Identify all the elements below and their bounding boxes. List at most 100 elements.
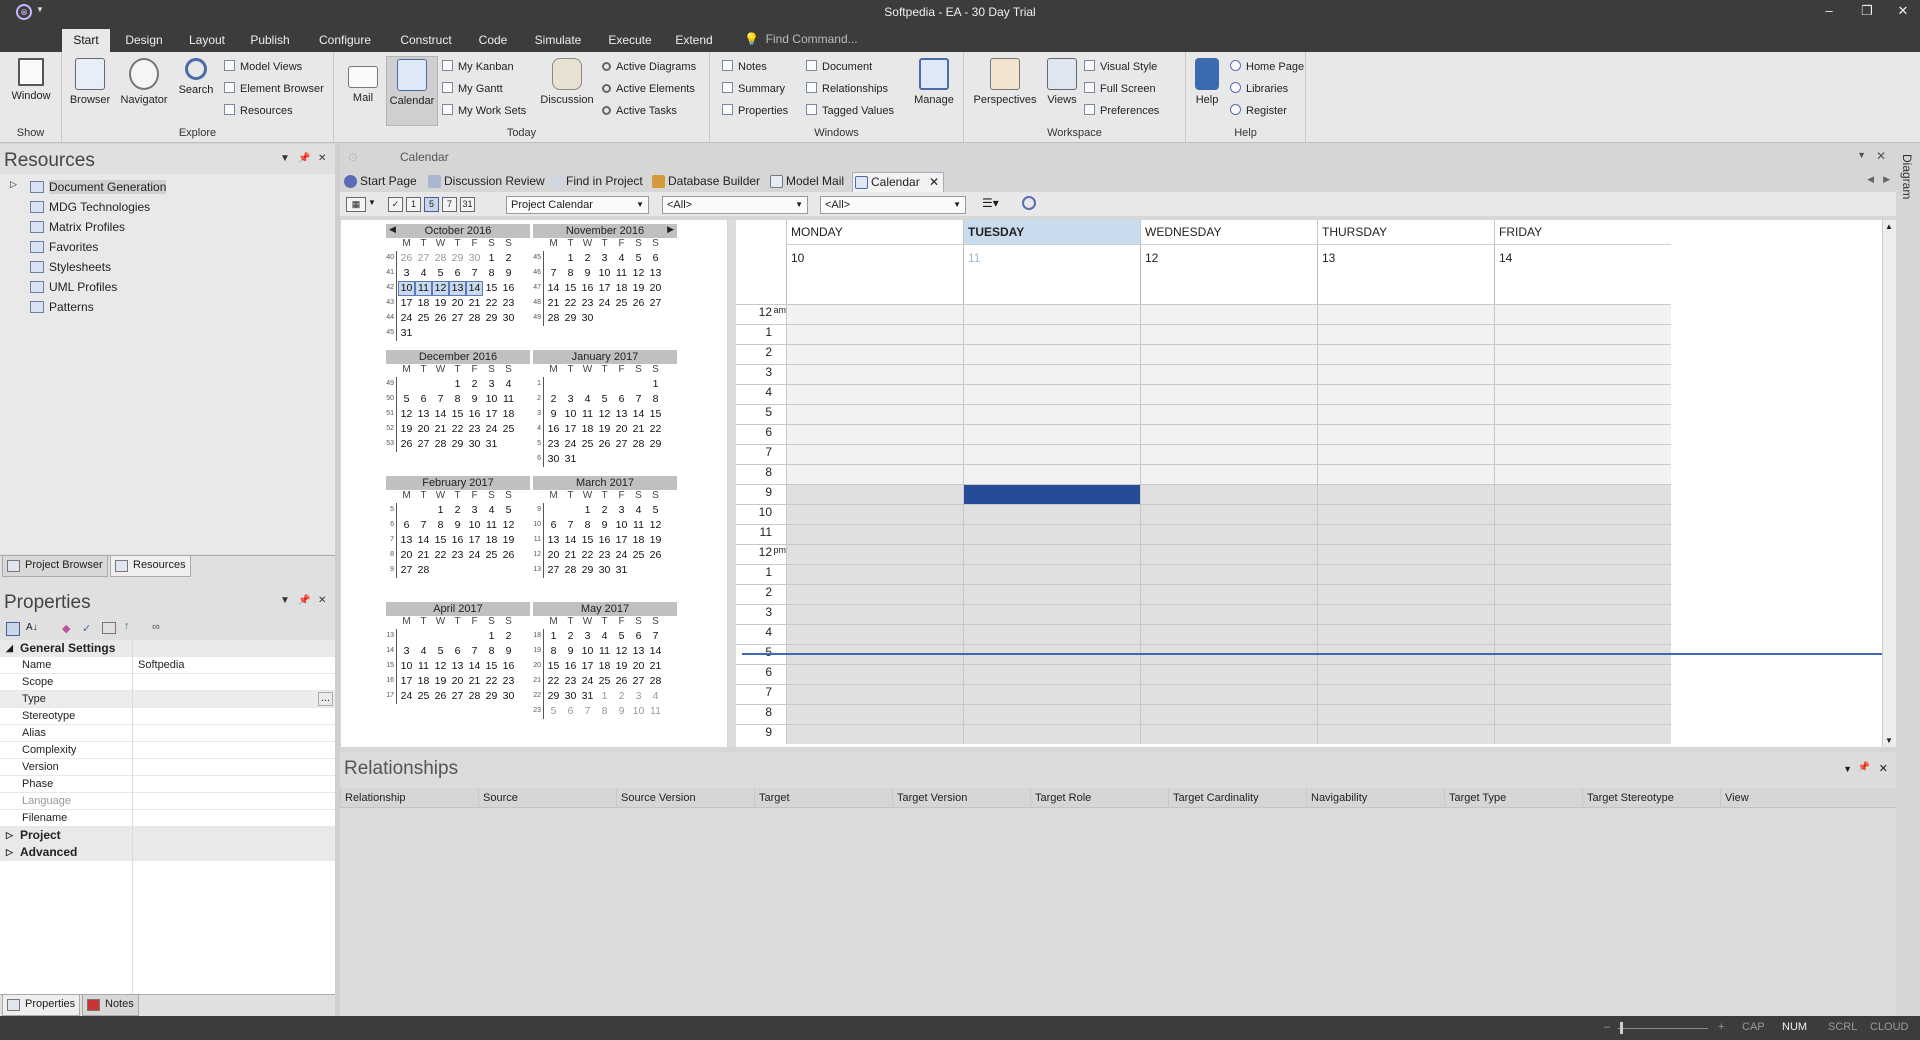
calendar-day[interactable]: 17 bbox=[562, 422, 579, 437]
calendar-day[interactable]: 8 bbox=[562, 266, 579, 281]
time-slot[interactable] bbox=[786, 724, 963, 744]
calendar-day[interactable]: 26 bbox=[596, 437, 613, 452]
time-slot[interactable] bbox=[1317, 464, 1494, 484]
calendar-day[interactable]: 8 bbox=[483, 266, 500, 281]
time-slot[interactable] bbox=[1494, 524, 1671, 544]
calendar-day[interactable]: 19 bbox=[432, 296, 449, 311]
calendar-day[interactable]: 2 bbox=[466, 377, 483, 392]
property-row-type[interactable]: Type... bbox=[0, 691, 335, 708]
calendar-day[interactable]: 24 bbox=[466, 548, 483, 563]
calendar-day[interactable]: 12 bbox=[647, 518, 664, 533]
calendar-day[interactable]: 16 bbox=[466, 407, 483, 422]
calendar-day[interactable]: 30 bbox=[545, 452, 562, 467]
calendar-day[interactable]: 20 bbox=[449, 296, 466, 311]
close-icon[interactable]: ✕ bbox=[318, 595, 326, 606]
ellipsis-button[interactable]: ... bbox=[317, 692, 333, 706]
calendar-day[interactable]: 2 bbox=[579, 251, 596, 266]
time-slot[interactable] bbox=[1140, 584, 1317, 604]
minimize-button[interactable]: – bbox=[1814, 3, 1844, 18]
calendar-day[interactable]: 18 bbox=[613, 281, 630, 296]
calendar-day[interactable]: 21 bbox=[545, 296, 562, 311]
calendar-day[interactable]: 29 bbox=[647, 437, 664, 452]
check-icon[interactable]: ✓ bbox=[82, 622, 91, 635]
calendar-day[interactable]: 15 bbox=[449, 407, 466, 422]
time-slot[interactable] bbox=[1494, 484, 1671, 504]
task-list-icon[interactable]: ☰▾ bbox=[982, 196, 999, 210]
time-slot[interactable] bbox=[1140, 724, 1317, 744]
time-slot[interactable] bbox=[963, 304, 1140, 324]
calendar-day[interactable]: 5 bbox=[398, 392, 415, 407]
ribbon-tab-simulate[interactable]: Simulate bbox=[528, 29, 588, 52]
diagram-dock-tab[interactable]: Diagram bbox=[1900, 154, 1914, 199]
time-slot[interactable] bbox=[963, 724, 1140, 744]
calendar-day[interactable]: 29 bbox=[449, 437, 466, 452]
views-button[interactable]: Views bbox=[1042, 56, 1082, 126]
tree-item-uml-profiles[interactable]: UML Profiles bbox=[30, 278, 117, 296]
calendar-day[interactable]: 21 bbox=[466, 674, 483, 689]
calendar-day[interactable]: 25 bbox=[483, 548, 500, 563]
calendar-day[interactable]: 22 bbox=[449, 422, 466, 437]
calendar-day[interactable]: 25 bbox=[596, 674, 613, 689]
calendar-day[interactable]: 27 bbox=[415, 251, 432, 266]
calendar-day[interactable]: 6 bbox=[415, 392, 432, 407]
calendar-day[interactable]: 7 bbox=[432, 392, 449, 407]
calendar-day[interactable]: 4 bbox=[483, 503, 500, 518]
category-project[interactable]: ▷ Project bbox=[0, 827, 335, 844]
calendar-day[interactable]: 29 bbox=[562, 311, 579, 326]
time-slot[interactable] bbox=[1317, 384, 1494, 404]
column-header[interactable]: Target Stereotype bbox=[1582, 788, 1720, 808]
time-slot[interactable] bbox=[786, 364, 963, 384]
tab-close-icon[interactable]: ✕ bbox=[929, 173, 939, 192]
calendar-day[interactable]: 13 bbox=[449, 659, 466, 674]
register-button[interactable]: Register bbox=[1230, 102, 1287, 120]
calendar-day[interactable]: 29 bbox=[483, 311, 500, 326]
calendar-day[interactable]: 6 bbox=[545, 518, 562, 533]
calendar-day[interactable]: 5 bbox=[647, 503, 664, 518]
calendar-day[interactable]: 20 bbox=[613, 422, 630, 437]
calendar-day[interactable]: 21 bbox=[562, 548, 579, 563]
calendar-day[interactable]: 26 bbox=[432, 311, 449, 326]
calendar-day[interactable]: 10 bbox=[596, 266, 613, 281]
time-slot[interactable] bbox=[786, 544, 963, 564]
time-slot[interactable] bbox=[1494, 504, 1671, 524]
calendar-day[interactable]: 10 bbox=[398, 659, 415, 674]
time-slot[interactable] bbox=[1140, 604, 1317, 624]
tab-discussion-review[interactable]: Discussion Review bbox=[426, 172, 545, 192]
next-month-icon[interactable]: ▶ bbox=[667, 224, 674, 235]
calendar-day[interactable]: 15 bbox=[545, 659, 562, 674]
manage-button[interactable]: Manage bbox=[910, 56, 958, 126]
document-button[interactable]: Document bbox=[806, 58, 872, 76]
calendar-select[interactable]: Project Calendar ▼ bbox=[506, 196, 649, 214]
tab-model-mail[interactable]: Model Mail bbox=[768, 172, 844, 192]
refresh-icon[interactable] bbox=[1022, 196, 1036, 210]
calendar-day[interactable]: 14 bbox=[647, 644, 664, 659]
calendar-day[interactable]: 5 bbox=[500, 503, 517, 518]
calendar-day[interactable]: 5 bbox=[432, 266, 449, 281]
calendar-day[interactable]: 14 bbox=[562, 533, 579, 548]
calendar-day[interactable]: 11 bbox=[415, 659, 432, 674]
calendar-day[interactable]: 18 bbox=[500, 407, 517, 422]
calendar-day[interactable]: 5 bbox=[545, 704, 562, 719]
calendar-day[interactable]: 15 bbox=[432, 533, 449, 548]
properties-window-button[interactable]: Properties bbox=[722, 102, 788, 120]
calendar-day[interactable]: 8 bbox=[545, 644, 562, 659]
calendar-day[interactable]: 28 bbox=[432, 251, 449, 266]
calendar-day[interactable]: 8 bbox=[483, 644, 500, 659]
calendar-day[interactable]: 6 bbox=[647, 251, 664, 266]
calendar-day[interactable]: 23 bbox=[579, 296, 596, 311]
close-icon[interactable]: ✕ bbox=[1876, 149, 1886, 163]
calendar-day[interactable]: 22 bbox=[545, 674, 562, 689]
calendar-day[interactable]: 10 bbox=[562, 407, 579, 422]
time-slot[interactable] bbox=[963, 664, 1140, 684]
time-slot[interactable] bbox=[1317, 544, 1494, 564]
calendar-day[interactable]: 7 bbox=[545, 266, 562, 281]
calendar-day[interactable]: 14 bbox=[415, 533, 432, 548]
calendar-day[interactable]: 11 bbox=[500, 392, 517, 407]
time-slot[interactable] bbox=[963, 704, 1140, 724]
property-row-scope[interactable]: Scope bbox=[0, 674, 335, 691]
calendar-day[interactable]: 9 bbox=[613, 704, 630, 719]
time-slot[interactable] bbox=[1140, 484, 1317, 504]
time-slot[interactable] bbox=[1140, 664, 1317, 684]
property-row-version[interactable]: Version bbox=[0, 759, 335, 776]
calendar-day[interactable]: 1 bbox=[579, 503, 596, 518]
